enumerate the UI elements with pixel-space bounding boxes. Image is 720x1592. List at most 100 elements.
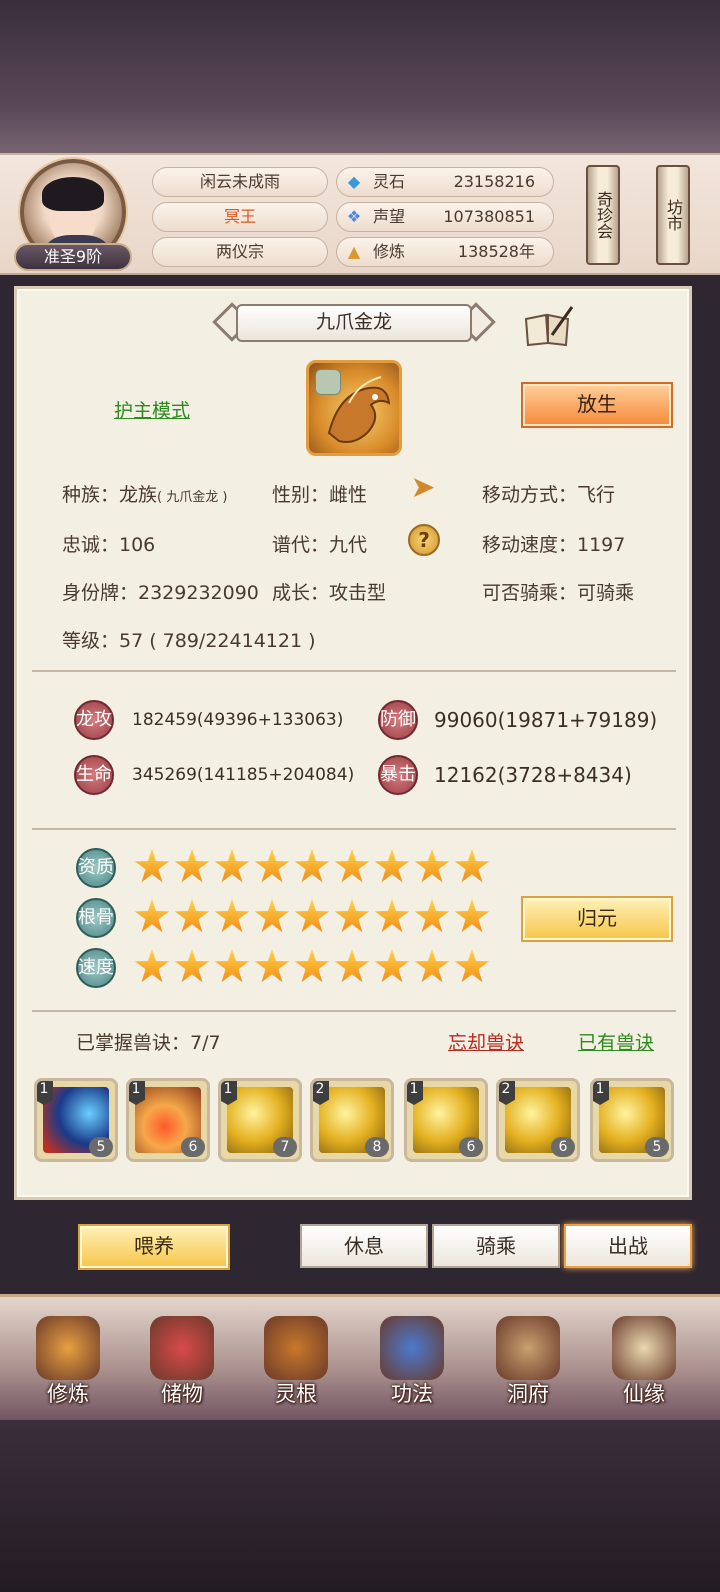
nav-label: 洞府 — [507, 1382, 549, 1406]
owned-skills-link[interactable]: 已有兽诀 — [578, 1028, 654, 1055]
skill-level-badge: 2 — [313, 1081, 329, 1105]
gourd-icon — [612, 1316, 676, 1380]
divider — [32, 1010, 676, 1012]
nav-label: 灵根 — [275, 1382, 317, 1406]
ride-button[interactable]: 骑乘 — [432, 1224, 560, 1268]
aptitude-icon: 资质 — [76, 848, 116, 888]
treasure-fair-button[interactable]: 奇珍会 — [586, 165, 620, 265]
nav-item-spirit-root[interactable]: 灵根 — [246, 1310, 346, 1414]
star-icon — [214, 898, 250, 933]
meditation-icon: ▲ — [347, 242, 361, 261]
skill-count-badge: 6 — [181, 1137, 205, 1157]
skill-level-badge: 1 — [593, 1081, 609, 1105]
player-name: 闲云未成雨 — [152, 167, 328, 197]
pet-race: 种族：龙族( 九爪金龙 ) — [62, 484, 228, 506]
nav-item-cultivate[interactable]: 修炼 — [18, 1310, 118, 1414]
star-icon — [214, 948, 250, 983]
star-icon — [414, 948, 450, 983]
return-origin-button[interactable]: 归元 — [521, 896, 673, 942]
pet-loyalty: 忠诚：106 — [62, 534, 156, 556]
skill-level-badge: 1 — [37, 1081, 53, 1105]
hp-attr-icon: 生命 — [74, 755, 114, 795]
skill-level-badge: 2 — [499, 1081, 515, 1105]
star-icon — [334, 898, 370, 933]
star-icon — [294, 948, 330, 983]
player-rank-badge: 准圣9阶 — [14, 243, 132, 271]
nav-item-cave-mansion[interactable]: 洞府 — [478, 1310, 578, 1414]
pet-id-tag: 身份牌：2329232090 — [62, 582, 259, 604]
manual-book-icon — [380, 1316, 444, 1380]
nav-item-gourd[interactable]: 仙缘 — [594, 1310, 694, 1414]
help-question-icon[interactable]: ? — [408, 524, 440, 556]
pet-level: 等级：57 ( 789/22414121 ) — [62, 630, 316, 652]
skill-count-badge: 7 — [273, 1137, 297, 1157]
star-icon — [334, 848, 370, 883]
skill-slot[interactable]: 16 — [404, 1078, 488, 1162]
star-icon — [254, 948, 290, 983]
book-quill-icon[interactable] — [522, 305, 574, 347]
market-button[interactable]: 坊市 — [656, 165, 690, 265]
star-icon — [334, 948, 370, 983]
nav-label: 修炼 — [47, 1382, 89, 1406]
pet-gender: 性别：雌性 — [272, 484, 368, 506]
spirit-root-icon — [264, 1316, 328, 1380]
star-icon — [174, 848, 210, 883]
golden-dragon-icon — [327, 376, 391, 443]
stat-cultivation: ▲ 修炼 138528年 — [336, 237, 554, 267]
defense-value: 99060(19871+79189) — [434, 708, 658, 732]
bone-stars — [134, 898, 490, 938]
skill-slot[interactable]: 16 — [126, 1078, 210, 1162]
defense-attr-icon: 防御 — [378, 700, 418, 740]
pet-name: 九爪金龙 — [315, 311, 392, 333]
rest-button[interactable]: 休息 — [300, 1224, 428, 1268]
star-icon — [134, 948, 170, 983]
release-button[interactable]: 放生 — [521, 382, 673, 428]
star-icon — [134, 898, 170, 933]
skill-count-badge: 6 — [551, 1137, 575, 1157]
pet-name-banner: 九爪金龙 — [212, 298, 496, 348]
crit-value: 12162(3728+8434) — [434, 763, 632, 787]
star-icon — [374, 948, 410, 983]
star-icon — [254, 848, 290, 883]
feed-button[interactable]: 喂养 — [78, 1224, 230, 1270]
crit-attr-icon: 暴击 — [378, 755, 418, 795]
forget-skill-link[interactable]: 忘却兽诀 — [448, 1028, 524, 1055]
skill-count-badge: 5 — [89, 1137, 113, 1157]
skill-slot[interactable]: 17 — [218, 1078, 302, 1162]
star-icon — [454, 948, 490, 983]
prestige-icon: ❖ — [346, 207, 362, 226]
skill-slot[interactable]: 15 — [34, 1078, 118, 1162]
skill-slot[interactable]: 15 — [590, 1078, 674, 1162]
storage-bag-icon — [150, 1316, 214, 1380]
nav-item-manual-book[interactable]: 功法 — [362, 1310, 462, 1414]
mastered-skills-count: 已掌握兽诀：7/7 — [76, 1032, 221, 1054]
gender-switch-icon[interactable]: ➤ — [406, 473, 440, 507]
star-icon — [294, 848, 330, 883]
skill-count-badge: 5 — [645, 1137, 669, 1157]
pet-lineage: 谱代：九代 — [272, 534, 368, 556]
player-header: 准圣9阶 闲云未成雨 冥王 两仪宗 ◆ 灵石 23158216 ❖ 声望 107… — [0, 153, 720, 275]
hp-value: 345269(141185+204084) — [132, 765, 355, 785]
spirit-stone-icon: ◆ — [347, 172, 361, 191]
star-icon — [414, 898, 450, 933]
star-icon — [374, 848, 410, 883]
star-icon — [134, 848, 170, 883]
star-icon — [174, 948, 210, 983]
skill-slot[interactable]: 26 — [496, 1078, 580, 1162]
nav-label: 储物 — [161, 1382, 203, 1406]
bone-icon: 根骨 — [76, 898, 116, 938]
skill-slot[interactable]: 28 — [310, 1078, 394, 1162]
battle-button[interactable]: 出战 — [564, 1224, 692, 1268]
nav-label: 功法 — [391, 1382, 433, 1406]
guard-mode-link[interactable]: 护主模式 — [114, 396, 190, 423]
nav-label: 仙缘 — [623, 1382, 665, 1406]
skill-count-badge: 8 — [365, 1137, 389, 1157]
skill-count-badge: 6 — [459, 1137, 483, 1157]
attack-value: 182459(49396+133063) — [132, 710, 344, 730]
player-title: 冥王 — [152, 202, 328, 232]
nav-item-storage-bag[interactable]: 储物 — [132, 1310, 232, 1414]
cultivate-icon — [36, 1316, 100, 1380]
star-icon — [454, 898, 490, 933]
divider — [32, 670, 676, 672]
pet-portrait[interactable] — [306, 360, 402, 456]
